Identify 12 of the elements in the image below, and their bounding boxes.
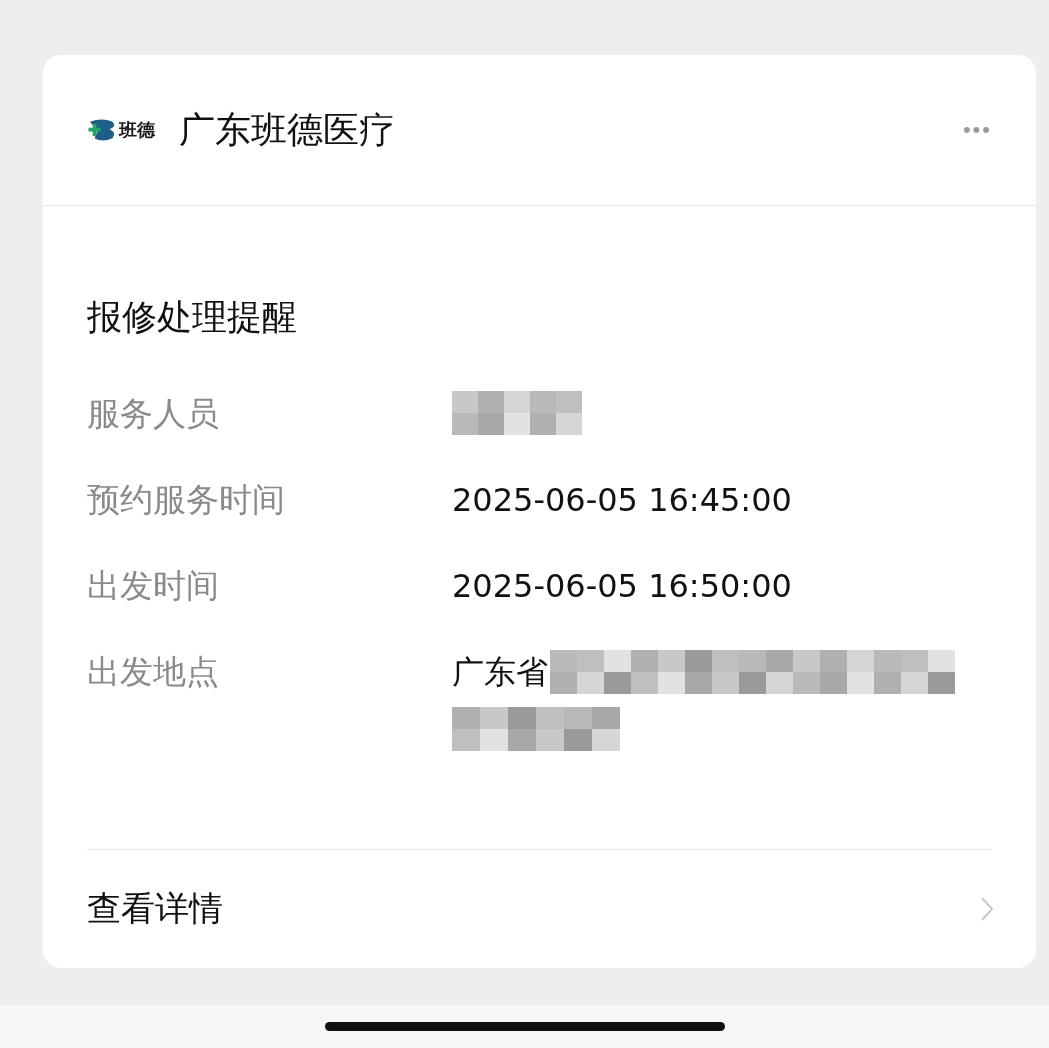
company-name: 广东班德医疗: [179, 107, 396, 152]
company-logo: 班德: [87, 117, 155, 143]
message-title: 报修处理提醒: [87, 296, 298, 339]
field-label: 服务人员: [87, 393, 220, 435]
field-label: 出发地点: [87, 651, 220, 693]
field-value: 广东省: [452, 652, 548, 693]
chevron-right-icon: [980, 896, 994, 922]
field-label: 预约服务时间: [87, 479, 286, 521]
field-label: 出发时间: [87, 565, 220, 607]
view-details-link[interactable]: 查看详情: [87, 886, 980, 932]
field-value: 2025-06-05 16:45:00: [452, 480, 792, 521]
field-value: 2025-06-05 16:50:00: [452, 566, 792, 607]
